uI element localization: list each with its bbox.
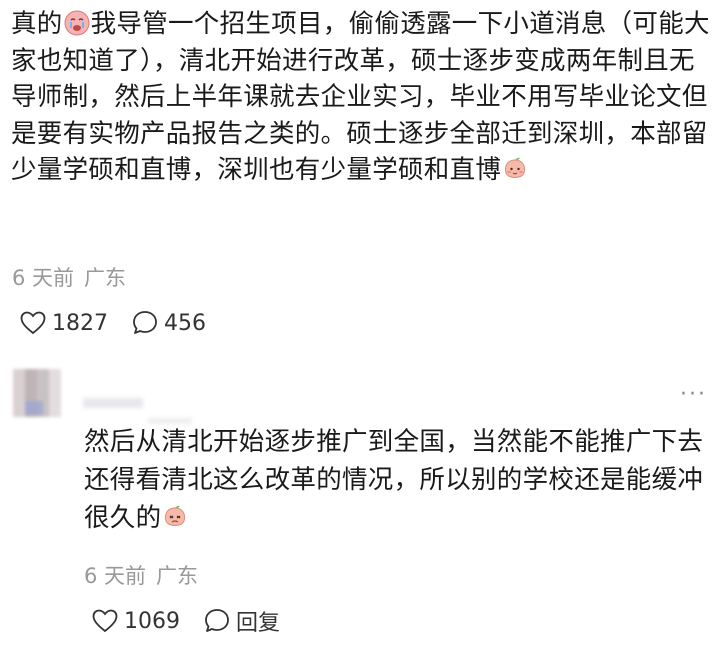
reply-button[interactable]: 回复 (204, 605, 280, 637)
heart-icon (20, 311, 46, 335)
more-options-button[interactable]: ··· (680, 382, 707, 407)
comment-bubble-icon (205, 609, 229, 632)
peach-face-emoji-icon (162, 504, 188, 530)
reply-time: 6 天前 (84, 564, 147, 588)
crying-face-emoji-icon (64, 10, 90, 36)
post-text-part1: 真的 (11, 9, 63, 39)
reply-text: 然后从清北开始逐步推广到全国，当然能不能推广下去还得看清北这么改革的情况，所以别… (84, 423, 704, 537)
heart-icon (92, 609, 118, 633)
post-comment-button[interactable]: 456 (132, 310, 206, 336)
comment-bubble-icon (133, 311, 157, 334)
peach-face-emoji-icon (502, 156, 528, 182)
avatar[interactable] (13, 369, 61, 417)
post-meta: 6 天前 广东 (12, 262, 136, 292)
post-comment-count: 456 (164, 310, 206, 336)
reply-comment: ··· 然后从清北开始逐步推广到全国，当然能不能推广下去还得看清北这么改革的情况… (0, 360, 721, 655)
post-like-button[interactable]: 1827 (20, 311, 108, 336)
reply-actions: 1069 回复 (92, 605, 304, 637)
post-actions: 1827 456 (20, 310, 230, 336)
post-time: 6 天前 (12, 266, 75, 290)
post-like-count: 1827 (52, 310, 108, 336)
post: 真的 我导管一个招生项目，偷偷透露一下小道消息（可能大家也知道了），清北开始进行改… (11, 6, 711, 189)
reply-location: 广东 (156, 564, 199, 588)
post-text-part2: 我导管一个招生项目，偷偷透露一下小道消息（可能大家也知道了），清北开始进行改革，… (11, 9, 710, 186)
post-location: 广东 (84, 266, 127, 290)
reply-like-count: 1069 (124, 608, 180, 634)
reply-meta: 6 天前 广东 (84, 560, 208, 590)
post-text: 真的 我导管一个招生项目，偷偷透露一下小道消息（可能大家也知道了），清北开始进行改… (11, 6, 711, 189)
reply-button-label: 回复 (236, 611, 281, 636)
username-redacted (83, 398, 143, 408)
reply-like-button[interactable]: 1069 (92, 609, 180, 634)
